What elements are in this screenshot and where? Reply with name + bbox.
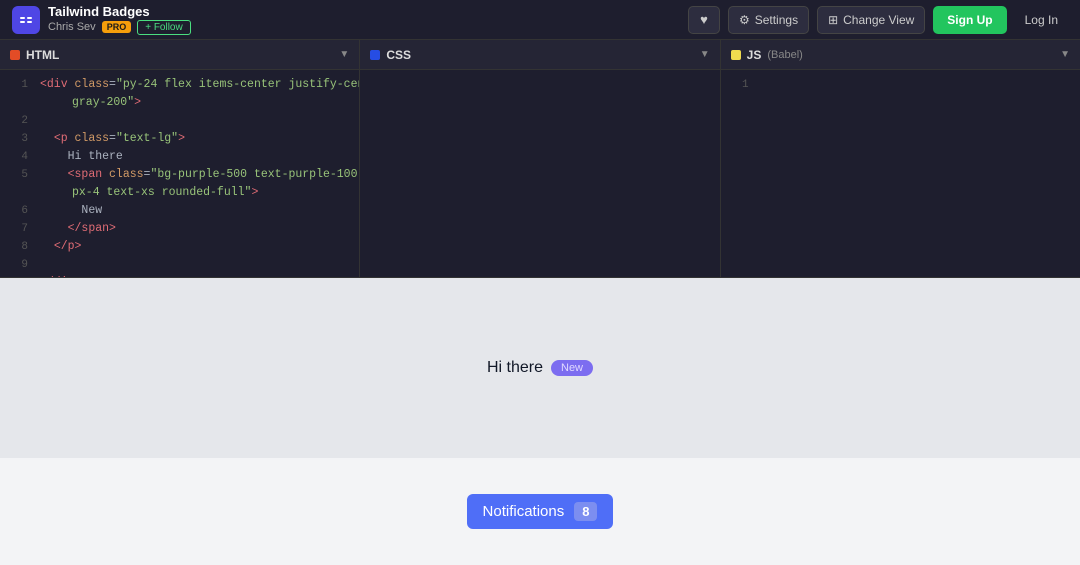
css-panel-body[interactable] [360,70,719,277]
notifications-button[interactable]: Notifications 8 [467,494,614,529]
js-panel-title-row: JS (Babel) [731,48,803,62]
code-line: gray-200"> [0,94,359,112]
code-line: 10</div> [0,274,359,277]
bottom-area: Notifications 8 [0,458,1080,565]
follow-button[interactable]: + Follow [137,20,191,35]
navbar-brand: Tailwind Badges Chris Sev PRO + Follow [12,4,688,35]
js-panel-chevron[interactable]: ▼ [1060,49,1070,60]
js-panel-body[interactable]: 1 [721,70,1080,277]
brand-user: Chris Sev [48,21,96,33]
notifications-label: Notifications [483,503,565,520]
heart-icon: ♥ [700,12,708,27]
code-line: px-4 text-xs rounded-full"> [0,184,359,202]
settings-label: Settings [755,13,798,27]
html-panel-chevron[interactable]: ▼ [339,49,349,60]
navbar-actions: ♥ ⚙ Settings ⊞ Change View Sign Up Log I… [688,6,1068,34]
editor-area: HTML ▼ 1<div class="py-24 flex items-cen… [0,40,1080,278]
gear-icon: ⚙ [739,13,750,27]
css-panel-header: CSS ▼ [360,40,719,70]
preview-area: Hi there New [0,278,1080,458]
css-panel: CSS ▼ [360,40,720,277]
css-panel-chevron[interactable]: ▼ [700,49,710,60]
preview-badge-new: New [551,360,593,376]
code-line: 1<div class="py-24 flex items-center jus… [0,76,359,94]
html-panel-title-row: HTML [10,48,59,62]
js-panel-subtitle: (Babel) [767,49,802,61]
js-panel-header: JS (Babel) ▼ [721,40,1080,70]
signup-button[interactable]: Sign Up [933,6,1006,34]
code-line: 1 [721,76,1080,94]
code-line: 3 <p class="text-lg"> [0,130,359,148]
code-line: 5 <span class="bg-purple-500 text-purple… [0,166,359,184]
html-panel: HTML ▼ 1<div class="py-24 flex items-cen… [0,40,360,277]
html-panel-header: HTML ▼ [0,40,359,70]
badge-pro: PRO [102,21,132,33]
code-line: 8 </p> [0,238,359,256]
code-line: 9 [0,256,359,274]
html-panel-title: HTML [26,48,59,62]
css-panel-title-row: CSS [370,48,411,62]
settings-button[interactable]: ⚙ Settings [728,6,809,34]
notifications-count-badge: 8 [574,502,597,521]
brand-sub: Chris Sev PRO + Follow [48,20,191,35]
code-line: 4 Hi there [0,148,359,166]
code-line: 7 </span> [0,220,359,238]
html-panel-body[interactable]: 1<div class="py-24 flex items-center jus… [0,70,359,277]
brand-logo [12,6,40,34]
code-line: 6 New [0,202,359,220]
brand-info: Tailwind Badges Chris Sev PRO + Follow [48,4,191,35]
preview-text: Hi there [487,359,543,377]
navbar: Tailwind Badges Chris Sev PRO + Follow ♥… [0,0,1080,40]
change-view-label: Change View [843,13,914,27]
change-view-button[interactable]: ⊞ Change View [817,6,925,34]
html-dot [10,50,20,60]
login-button[interactable]: Log In [1015,6,1068,34]
js-panel-title: JS [747,48,762,62]
change-view-icon: ⊞ [828,13,838,27]
js-dot [731,50,741,60]
css-dot [370,50,380,60]
brand-title: Tailwind Badges [48,4,191,20]
preview-content: Hi there New [487,359,593,377]
css-panel-title: CSS [386,48,411,62]
code-line: 2 [0,112,359,130]
heart-button[interactable]: ♥ [688,6,720,34]
js-panel: JS (Babel) ▼ 1 [721,40,1080,277]
